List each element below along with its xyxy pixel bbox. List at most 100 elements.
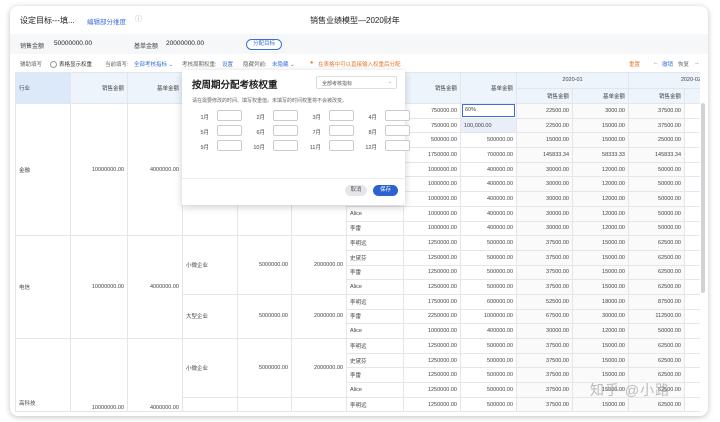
salesperson-cell[interactable]: 李雷 <box>346 367 404 384</box>
customer-sales-cell[interactable] <box>237 396 292 413</box>
salesperson-cell[interactable]: 李明远 <box>346 235 404 251</box>
p2-sales-cell[interactable]: 50000.00 <box>628 205 685 222</box>
base-total-value[interactable]: 20000000.00 <box>166 40 204 47</box>
vertical-scrollbar[interactable] <box>701 103 705 293</box>
cancel-button[interactable]: 取消 <box>345 185 367 196</box>
salesperson-cell[interactable]: 李明远 <box>346 396 404 413</box>
sales-cell[interactable]: 1000000.00 <box>403 220 461 237</box>
industry-sales-cell[interactable]: 10000000.00 <box>70 102 128 237</box>
sales-cell[interactable]: 1000000.00 <box>403 161 461 178</box>
base-cell[interactable]: 400000.00 <box>460 205 517 222</box>
salesperson-cell[interactable]: 李雷 <box>346 220 404 237</box>
p1-sales-cell[interactable]: 30000.00 <box>516 161 573 178</box>
base-cell[interactable]: 1000000.00 <box>460 308 517 325</box>
current-fill-dropdown[interactable]: 全部考核指标 ⌄ <box>134 60 173 68</box>
p1-base-cell[interactable]: 15000.00 <box>572 249 629 266</box>
info-icon[interactable]: ⓘ <box>135 14 142 24</box>
sales-cell[interactable]: 750000.00 <box>403 117 461 134</box>
industry-sales-cell[interactable]: 10000000.00 <box>70 337 128 413</box>
p2-sales-cell[interactable]: 50000.00 <box>628 176 685 193</box>
sales-cell[interactable]: 1250000.00 <box>403 338 461 354</box>
indicator-select[interactable]: 全部考核指标 ⌄ <box>316 76 397 89</box>
salesperson-cell[interactable]: 李雷 <box>346 264 404 281</box>
p1-sales-cell[interactable]: 67500.00 <box>516 308 573 325</box>
p1-base-cell[interactable]: 15000.00 <box>572 235 629 251</box>
p1-base-cell[interactable]: 12000.00 <box>572 161 629 178</box>
sales-cell[interactable]: 1250000.00 <box>403 249 461 266</box>
salesperson-cell[interactable]: Alice <box>346 382 404 398</box>
undo-button[interactable]: 撤销 <box>662 60 673 68</box>
p2-sales-cell[interactable]: 37500.00 <box>628 103 685 119</box>
base-cell[interactable]: 400000.00 <box>460 191 517 207</box>
allocate-target-button[interactable]: 分配目标 <box>246 39 283 50</box>
p1-base-cell[interactable]: 12000.00 <box>572 220 629 237</box>
p2-sales-cell[interactable]: 50000.00 <box>628 161 685 178</box>
p2-sales-cell[interactable]: 25000.00 <box>628 132 685 149</box>
base-cell[interactable]: 500000.00 <box>460 338 517 354</box>
p2-sales-cell[interactable]: 50000.00 <box>628 323 685 339</box>
show-weight-radio[interactable]: 表格显示权重 <box>50 60 92 69</box>
sales-cell[interactable]: 1000000.00 <box>403 191 461 207</box>
sales-cell[interactable]: 1250000.00 <box>403 264 461 281</box>
month-weight-input[interactable] <box>273 110 298 121</box>
p1-sales-cell[interactable]: 22500.00 <box>516 117 573 134</box>
p1-sales-cell[interactable]: 30000.00 <box>516 220 573 237</box>
p1-base-cell[interactable]: 15000.00 <box>572 117 629 134</box>
redo-button[interactable]: 恢复 <box>678 60 689 68</box>
salesperson-cell[interactable]: 史黛芬 <box>346 352 404 369</box>
p1-sales-cell[interactable]: 37500.00 <box>516 249 573 266</box>
p1-sales-cell[interactable]: 52500.00 <box>516 293 573 310</box>
customer-base-cell[interactable] <box>291 396 347 413</box>
base-cell[interactable]: 500000.00 <box>460 382 517 398</box>
salesperson-cell[interactable]: Alice <box>346 205 404 222</box>
industry-sales-cell[interactable]: 10000000.00 <box>70 235 128 339</box>
customer-type-cell[interactable]: 小微企业 <box>182 338 238 398</box>
p1-sales-cell[interactable]: 15000.00 <box>516 132 573 149</box>
sales-cell[interactable]: 1000000.00 <box>403 323 461 339</box>
p2-sales-cell[interactable]: 62500.00 <box>628 264 685 281</box>
p1-base-cell[interactable]: 15000.00 <box>572 264 629 281</box>
month-weight-input[interactable] <box>329 140 354 151</box>
month-weight-input[interactable] <box>217 110 242 121</box>
salesperson-cell[interactable]: Alice <box>346 323 404 339</box>
industry-cell[interactable]: 金融 <box>15 102 71 237</box>
sales-total-value[interactable]: 50000000.00 <box>54 40 92 47</box>
customer-type-cell[interactable]: 小微企业 <box>182 235 238 295</box>
sales-cell[interactable]: 1250000.00 <box>403 235 461 251</box>
save-button[interactable]: 保存 <box>373 185 398 196</box>
p1-sales-cell[interactable]: 145833.34 <box>516 147 573 163</box>
p1-base-cell[interactable]: 18000.00 <box>572 293 629 310</box>
industry-base-cell[interactable]: 4000000.00 <box>127 102 183 237</box>
header-industry[interactable]: 行业 <box>15 72 71 104</box>
salesperson-cell[interactable]: 史黛芬 <box>346 249 404 266</box>
p1-sales-cell[interactable]: 37500.00 <box>516 396 573 413</box>
p1-base-cell[interactable]: 15000.00 <box>572 279 629 295</box>
base-input[interactable]: 60% <box>462 104 515 118</box>
p2-sales-cell[interactable]: 112500.00 <box>628 308 685 325</box>
customer-base-cell[interactable]: 2000000.00 <box>291 235 347 295</box>
industry-base-cell[interactable]: 4000000.00 <box>127 337 183 413</box>
base-cell[interactable]: 400000.00 <box>460 161 517 178</box>
p1-base-cell[interactable]: 12000.00 <box>572 323 629 339</box>
sales-cell[interactable]: 2250000.00 <box>403 308 461 325</box>
sales-cell[interactable]: 1750000.00 <box>403 293 461 310</box>
sales-cell[interactable]: 1000000.00 <box>403 205 461 222</box>
sales-cell[interactable]: 500000.00 <box>403 132 461 149</box>
p2-sales-cell[interactable]: 62500.00 <box>628 279 685 295</box>
base-cell[interactable]: 400000.00 <box>460 176 517 193</box>
customer-sales-cell[interactable]: 5000000.00 <box>237 235 292 295</box>
period-weight-set-link[interactable]: 设置 <box>222 60 233 68</box>
p1-sales-cell[interactable]: 37500.00 <box>516 235 573 251</box>
redo-arrow-icon[interactable]: → <box>694 60 700 66</box>
sales-cell[interactable]: 1000000.00 <box>403 176 461 193</box>
p1-base-cell[interactable]: 15000.00 <box>572 338 629 354</box>
customer-base-cell[interactable]: 2000000.00 <box>291 338 347 398</box>
customer-base-cell[interactable]: 2000000.00 <box>291 293 347 340</box>
p1-sales-cell[interactable]: 30000.00 <box>516 191 573 207</box>
p1-sales-cell[interactable]: 37500.00 <box>516 382 573 398</box>
base-cell[interactable]: 500000.00 <box>460 264 517 281</box>
base-cell[interactable]: 500000.00 <box>460 132 517 149</box>
month-weight-input[interactable] <box>329 110 354 121</box>
p2-sales-cell[interactable]: 62500.00 <box>628 249 685 266</box>
base-cell[interactable]: 500000.00 <box>460 279 517 295</box>
